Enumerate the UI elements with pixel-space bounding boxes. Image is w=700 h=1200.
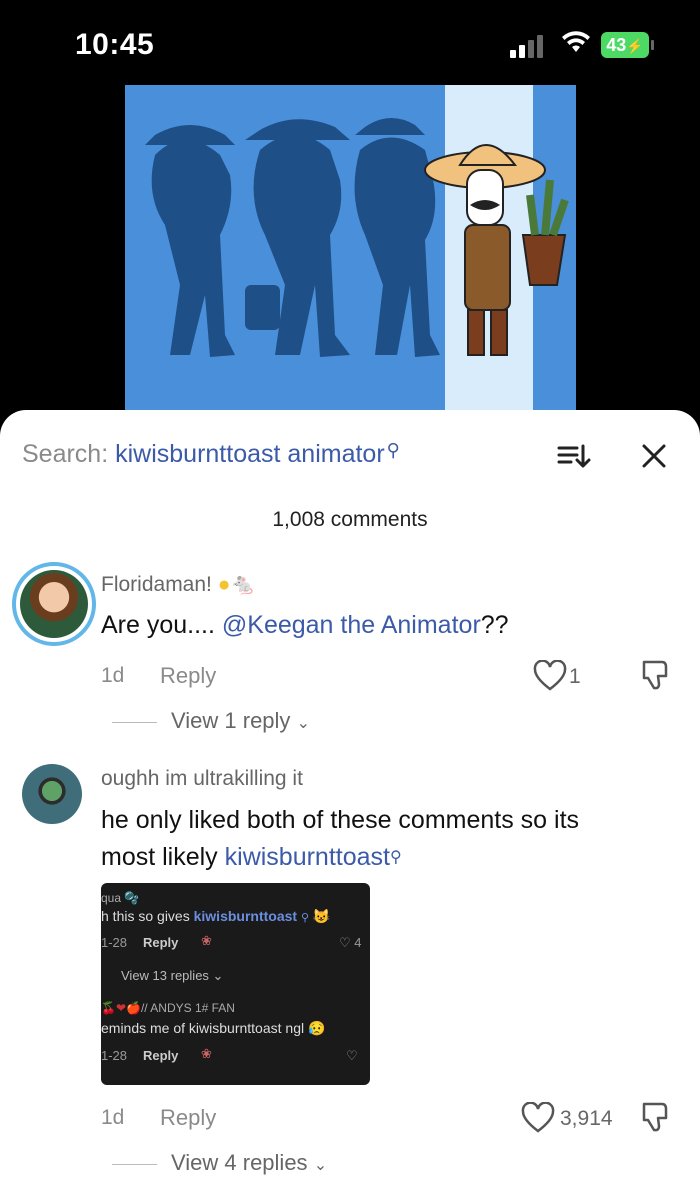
battery-indicator: 43⚡ xyxy=(601,32,649,58)
close-icon[interactable] xyxy=(636,438,672,474)
reply-button[interactable]: Reply xyxy=(160,1105,216,1131)
embed-avatar-icon: ❀ xyxy=(201,1046,212,1061)
search-suggestion[interactable]: Search: kiwisburnttoast animator ⚲ xyxy=(22,440,400,469)
search-keyword[interactable]: kiwisburnttoast animator xyxy=(115,440,385,468)
embed-username: 🍒❤🍎// ANDYS 1# FAN xyxy=(101,1001,235,1015)
embed-comment: h this so gives kiwisburnttoast ⚲ 😺 xyxy=(101,908,331,924)
comment-username[interactable]: oughh im ultrakilling it xyxy=(101,767,303,791)
search-icon: ⚲ xyxy=(390,849,402,866)
heart-icon[interactable] xyxy=(521,1102,555,1134)
search-prefix: Search: xyxy=(22,440,116,468)
reply-button[interactable]: Reply xyxy=(160,663,216,689)
like-count: 3,914 xyxy=(560,1107,613,1130)
avatar[interactable] xyxy=(12,562,96,646)
comment-text: Are you.... @Keegan the Animator?? xyxy=(101,611,509,639)
dislike-icon[interactable] xyxy=(638,1100,672,1134)
search-icon: ⚲ xyxy=(386,440,400,460)
comments-sheet: Search: kiwisburnttoast animator ⚲ 1,008 … xyxy=(0,410,700,1200)
video-preview[interactable] xyxy=(125,85,576,415)
battery-level: 43 xyxy=(606,35,627,55)
like-count: 1 xyxy=(569,665,581,688)
embed-view-replies: View 13 replies ⌄ xyxy=(121,968,224,983)
comments-count: 1,008 comments xyxy=(272,508,428,531)
sort-icon[interactable] xyxy=(555,440,591,472)
status-time: 10:45 xyxy=(75,28,155,61)
embed-date: 1-28 xyxy=(101,935,128,950)
comment-username[interactable]: Floridaman! ●🐁 xyxy=(101,573,257,597)
comment-text: he only liked both of these comments so … xyxy=(101,806,580,871)
embed-comment: eminds me of kiwisburnttoast ngl 😥 xyxy=(101,1020,326,1036)
mention-link[interactable]: @Keegan the Animator xyxy=(222,611,481,639)
embed-username: qua 🫧 xyxy=(101,891,140,905)
avatar[interactable] xyxy=(22,764,82,824)
mention-link[interactable]: kiwisburnttoast xyxy=(225,843,390,871)
embed-reply: Reply xyxy=(143,935,179,950)
battery-nub xyxy=(651,40,654,50)
video-illustration xyxy=(125,85,576,415)
comment-age: 1d xyxy=(101,1106,125,1129)
view-replies-button[interactable]: View 1 reply ⌄ xyxy=(112,708,310,734)
embedded-screenshot[interactable]: qua 🫧 h this so gives kiwisburnttoast ⚲ … xyxy=(101,883,370,1085)
dislike-icon[interactable] xyxy=(638,658,672,692)
embed-date: 1-28 xyxy=(101,1048,128,1063)
view-replies-button[interactable]: View 4 replies ⌄ xyxy=(112,1150,327,1176)
embed-reply: Reply xyxy=(143,1048,179,1063)
heart-icon[interactable] xyxy=(533,660,567,692)
embed-avatar-icon: ❀ xyxy=(201,933,212,948)
embed-likes: ♡ 4 xyxy=(339,935,362,950)
embed-heart-icon: ♡ xyxy=(346,1048,358,1063)
signal-icon xyxy=(510,34,550,58)
wifi-icon xyxy=(562,31,590,52)
comment-age: 1d xyxy=(101,664,125,687)
status-bar: 10:45 43⚡ xyxy=(0,0,700,85)
